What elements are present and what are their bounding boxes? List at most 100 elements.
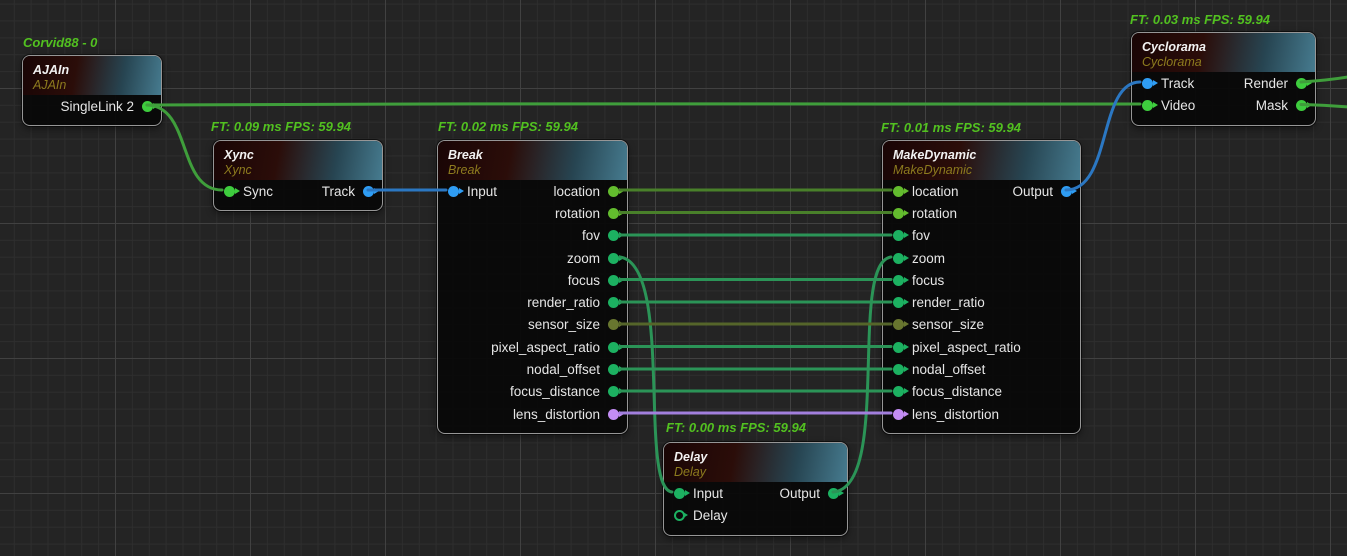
port-break-pixel-aspect-ratio[interactable] [608,342,619,353]
port-makedynamic-rotation[interactable] [893,208,904,219]
port-break-sensor-size[interactable] [608,319,619,330]
port-label: Track [1161,76,1194,91]
port-label: focus [912,273,944,288]
port-label: location [553,184,600,199]
node-xync-header[interactable]: Xync Xync [214,141,382,180]
port-break-zoom[interactable] [608,253,619,264]
port-makedynamic-lens-distortion[interactable] [893,409,904,420]
port-label: lens_distortion [912,407,999,422]
port-row: focus_distance [438,381,627,403]
node-title: AJAIn [33,63,151,78]
node-title: Cyclorama [1142,40,1305,55]
node-ajain-header[interactable]: AJAIn AJAIn [23,56,161,95]
port-label: rotation [912,206,957,221]
node-break[interactable]: Break Break Input location rotation fov [437,140,628,434]
node-title: Break [448,148,617,163]
delay-ft-label: FT: 0.00 ms FPS: 59.94 [666,420,806,435]
port-label: fov [912,228,930,243]
port-label: fov [582,228,600,243]
port-row: sensor_size [883,314,1080,336]
port-label: Video [1161,98,1195,113]
port-makedynamic-sensor-size[interactable] [893,319,904,330]
port-row: Delay [664,504,847,526]
node-break-header[interactable]: Break Break [438,141,627,180]
wire-singlelink-to-video[interactable] [147,104,1140,105]
port-row: fov [883,225,1080,247]
node-delay[interactable]: Delay Delay Input Output Delay [663,442,848,536]
node-subtitle: Cyclorama [1142,55,1305,70]
port-break-rotation[interactable] [608,208,619,219]
port-makedynamic-nodal-offset[interactable] [893,364,904,375]
node-makedynamic[interactable]: MakeDynamic MakeDynamic location Output … [882,140,1081,434]
cyclorama-ft-label: FT: 0.03 ms FPS: 59.94 [1130,12,1270,27]
port-label: sensor_size [528,317,600,332]
port-label: nodal_offset [527,362,600,377]
node-cyclorama[interactable]: Cyclorama Cyclorama Track Render Video [1131,32,1316,126]
port-label: nodal_offset [912,362,985,377]
node-makedynamic-header[interactable]: MakeDynamic MakeDynamic [883,141,1080,180]
port-delay-delay[interactable] [674,510,685,521]
port-label: pixel_aspect_ratio [491,340,600,355]
port-row: sensor_size [438,314,627,336]
port-label: Input [467,184,497,199]
port-cyclorama-video[interactable] [1142,100,1153,111]
port-row: lens_distortion [438,403,627,425]
port-break-location[interactable] [608,186,619,197]
port-xync-sync[interactable] [224,186,235,197]
node-title: Xync [224,148,372,163]
port-label: Sync [243,184,273,199]
port-label: Output [1012,184,1053,199]
port-label: render_ratio [527,295,600,310]
port-row: render_ratio [438,291,627,313]
port-makedynamic-pixel-aspect-ratio[interactable] [893,342,904,353]
port-break-render-ratio[interactable] [608,297,619,308]
node-cyclorama-header[interactable]: Cyclorama Cyclorama [1132,33,1315,72]
port-label: focus_distance [510,384,600,399]
port-row: pixel_aspect_ratio [438,336,627,358]
port-break-focus[interactable] [608,275,619,286]
port-delay-input[interactable] [674,488,685,499]
port-makedynamic-focus[interactable] [893,275,904,286]
break-ft-label: FT: 0.02 ms FPS: 59.94 [438,119,578,134]
port-break-fov[interactable] [608,230,619,241]
port-makedynamic-focus-distance[interactable] [893,386,904,397]
port-label: zoom [567,251,600,266]
port-break-input[interactable] [448,186,459,197]
port-row: Sync Track [214,180,382,202]
port-row: pixel_aspect_ratio [883,336,1080,358]
port-label: zoom [912,251,945,266]
port-label: rotation [555,206,600,221]
port-makedynamic-location[interactable] [893,186,904,197]
port-makedynamic-render-ratio[interactable] [893,297,904,308]
port-label: Render [1244,76,1288,91]
port-makedynamic-zoom[interactable] [893,253,904,264]
port-cyclorama-track[interactable] [1142,78,1153,89]
node-delay-header[interactable]: Delay Delay [664,443,847,482]
port-label: Delay [693,508,728,523]
port-break-nodal-offset[interactable] [608,364,619,375]
port-label: pixel_aspect_ratio [912,340,1021,355]
node-subtitle: Break [448,163,617,178]
port-label: sensor_size [912,317,984,332]
port-row: focus [438,269,627,291]
port-row: SingleLink 2 [23,95,161,117]
port-label: Input [693,486,723,501]
node-ajain[interactable]: AJAIn AJAIn SingleLink 2 [22,55,162,126]
port-label: SingleLink 2 [60,99,134,114]
port-break-lens-distortion[interactable] [608,409,619,420]
port-row: focus_distance [883,381,1080,403]
node-xync[interactable]: Xync Xync Sync Track [213,140,383,211]
port-row: rotation [438,202,627,224]
node-subtitle: MakeDynamic [893,163,1070,178]
port-break-focus-distance[interactable] [608,386,619,397]
port-row: Input location [438,180,627,202]
port-label: lens_distortion [513,407,600,422]
port-makedynamic-fov[interactable] [893,230,904,241]
port-row: Input Output [664,482,847,504]
port-label: Track [322,184,355,199]
makedynamic-ft-label: FT: 0.01 ms FPS: 59.94 [881,120,1021,135]
port-label: render_ratio [912,295,985,310]
port-row: Track Render [1132,72,1315,94]
node-graph-canvas[interactable]: Corvid88 - 0 FT: 0.09 ms FPS: 59.94 FT: … [0,0,1347,556]
port-label: location [912,184,959,199]
